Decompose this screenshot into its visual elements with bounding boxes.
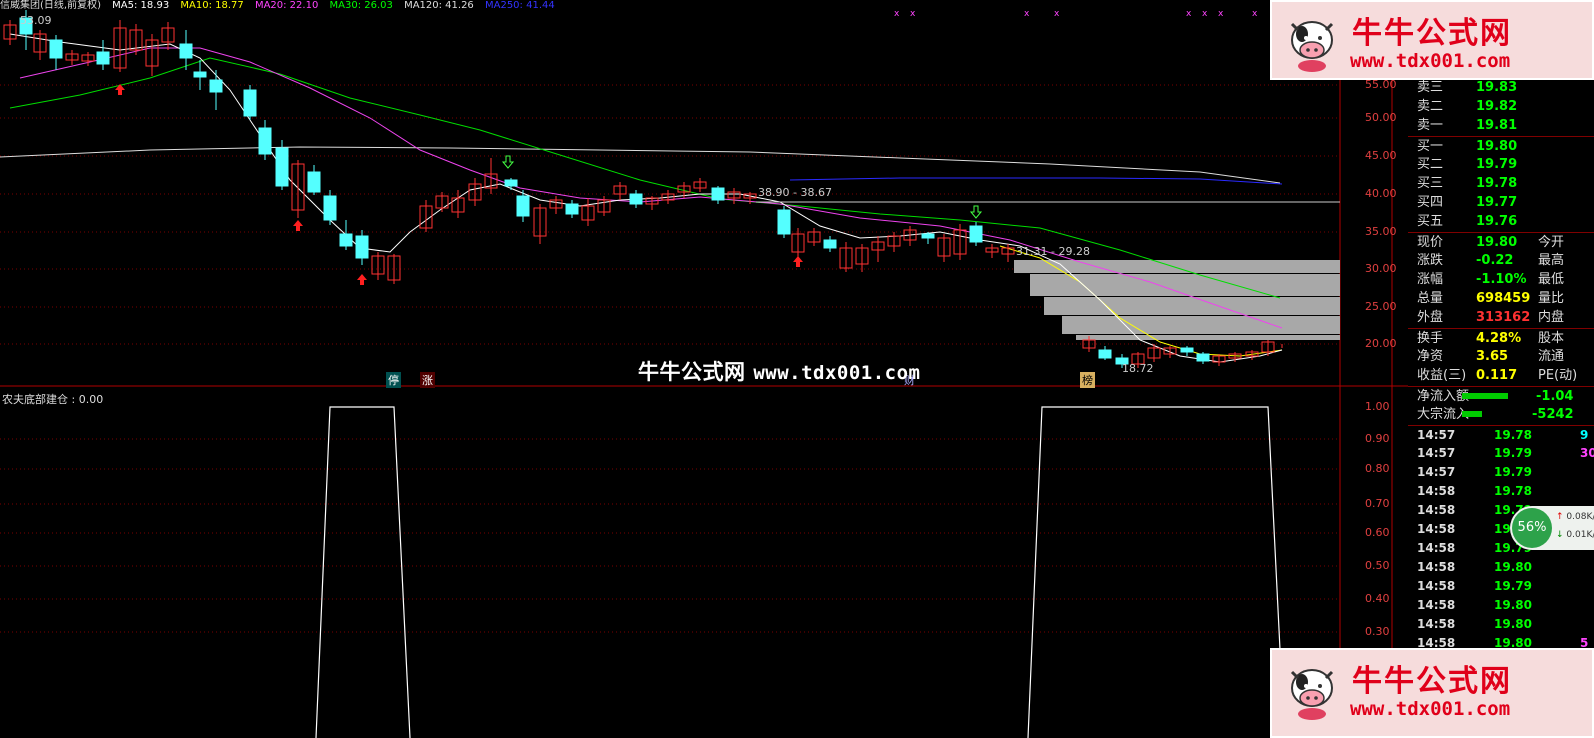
price-axis-label: 40.00 (1365, 187, 1397, 200)
svg-text:x: x (1218, 9, 1224, 19)
bid-row[interactable]: 买三 19.78 (1408, 174, 1594, 193)
ad-site-url[interactable]: www.tdx001.com (1350, 698, 1510, 720)
svg-text:x: x (1252, 9, 1258, 19)
price-axis-label: 35.00 (1365, 225, 1397, 238)
tick-row: 14:57 19.78 9 (1408, 425, 1594, 445)
cow-logo-icon (1290, 669, 1334, 720)
flow-bar (1462, 393, 1508, 399)
tick-row: 14:57 19.79 30 (1417, 446, 1594, 460)
flow-row: 大宗流入 -5242 (1417, 407, 1574, 422)
price-axis-label: 25.00 (1365, 300, 1397, 313)
stat-row: 净资 3.65 流通 (1417, 349, 1565, 364)
high-price-label: 53.09 (20, 14, 52, 27)
range-label-1: 38.90 - 38.67 (758, 186, 832, 199)
ma250-line (789, 177, 1283, 185)
ask-row[interactable]: 卖二 19.82 (1408, 97, 1594, 116)
cow-logo-icon (1290, 21, 1334, 72)
stat-row: 涨跌 -0.22 最高 (1417, 253, 1565, 268)
watermark: 牛牛公式网 www.tdx001.com (638, 356, 920, 386)
low-price-label: 18.72 (1122, 362, 1154, 375)
stat-row: 换手 4.28% 股本 (1408, 328, 1594, 348)
upload-speed: ↑ 0.08K/s (1556, 512, 1594, 522)
indicator-line (315, 406, 411, 738)
top-markers: xx xx xxx x (894, 9, 1258, 19)
stat-row: 外盘 313162 内盘 (1417, 310, 1565, 325)
stat-row: 收益(三) 0.117 PE(动) (1417, 368, 1578, 383)
indicator-axis-label: 0.90 (1365, 432, 1390, 445)
price-axis-label: 20.00 (1365, 337, 1397, 350)
tick-row: 14:58 19.80 (1417, 598, 1532, 612)
indicator-axis-label: 0.70 (1365, 497, 1390, 510)
ad-banner-top[interactable]: 牛牛公式网 www.tdx001.com (1270, 0, 1594, 80)
flow-row: 净流入额 -1.04 (1408, 386, 1594, 406)
event-mark-limit-up[interactable]: 涨 (420, 372, 435, 388)
indicator-axis-label: 0.40 (1365, 592, 1390, 605)
download-speed: ↓ 0.01K/s (1556, 530, 1594, 540)
svg-text:x: x (1202, 9, 1208, 19)
range-label-2: 31.31 - 29.28 (1016, 245, 1090, 258)
event-mark-suspend[interactable]: 停 (386, 372, 401, 388)
stat-row: 现价 19.80 今开 (1408, 232, 1594, 252)
indicator-axis-label: 0.60 (1365, 526, 1390, 539)
flow-bar (1462, 411, 1482, 417)
indicator-title[interactable]: 农夫底部建仓 : 0.00 (2, 391, 103, 407)
ad-site-name: 牛牛公式网 (1352, 664, 1512, 699)
watermark-name: 牛牛公式网 (638, 360, 746, 384)
ad-site-url[interactable]: www.tdx001.com (1350, 50, 1510, 72)
tick-row: 14:58 19.80 (1417, 617, 1532, 631)
stat-row: 涨幅 -1.10% 最低 (1417, 272, 1565, 287)
tick-row: 14:5819.79 (1417, 579, 1532, 593)
indicator-line (1027, 406, 1283, 738)
network-speed-widget[interactable]: 56% ↑ 0.08K/s ↓ 0.01K/s (1510, 506, 1594, 550)
ask-row[interactable]: 卖三 19.83 (1408, 78, 1594, 97)
indicator-axis-label: 0.50 (1365, 559, 1390, 572)
svg-text:x: x (1186, 9, 1192, 19)
ask-row[interactable]: 卖一 19.81 (1408, 116, 1594, 135)
svg-text:x: x (1054, 9, 1060, 19)
indicator-axis-label: 1.00 (1365, 400, 1390, 413)
watermark-url: www.tdx001.com (753, 362, 921, 384)
price-axis-label: 50.00 (1365, 111, 1397, 124)
ad-site-name: 牛牛公式网 (1352, 16, 1512, 51)
tick-row: 14:58 19.80 (1417, 560, 1532, 574)
bid-row[interactable]: 买一 19.80 (1408, 136, 1594, 156)
network-percent: 56% (1512, 508, 1552, 548)
event-mark-list[interactable]: 榜 (1080, 372, 1095, 388)
price-axis-label: 45.00 (1365, 149, 1397, 162)
indicator-axis-label: 0.30 (1365, 625, 1390, 638)
bid-row[interactable]: 买五 19.76 (1408, 212, 1594, 231)
tick-row: 14:58 19.78 (1417, 484, 1532, 498)
quote-panel: 卖三 19.83 卖二 19.82 卖一 19.81 买一 19.80 买二 19.79 … (1408, 0, 1594, 738)
ad-banner-bottom[interactable]: 牛牛公式网 www.tdx001.com (1270, 648, 1594, 738)
indicator-axis-label: 0.80 (1365, 462, 1390, 475)
stock-chart-window: 信威集团(日线,前复权) MA5: 18.93 MA10: 18.77 MA20… (0, 0, 1594, 738)
stat-row: 总量 698459 量比 (1417, 291, 1565, 306)
bid-row[interactable]: 买二 19.79 (1408, 155, 1594, 174)
svg-text:x: x (1024, 9, 1030, 19)
bid-row[interactable]: 买四 19.77 (1408, 193, 1594, 212)
svg-text:x: x (910, 9, 916, 19)
svg-text:x: x (894, 9, 900, 19)
price-axis-label: 30.00 (1365, 262, 1397, 275)
tick-row: 14:57 19.79 (1417, 465, 1532, 479)
